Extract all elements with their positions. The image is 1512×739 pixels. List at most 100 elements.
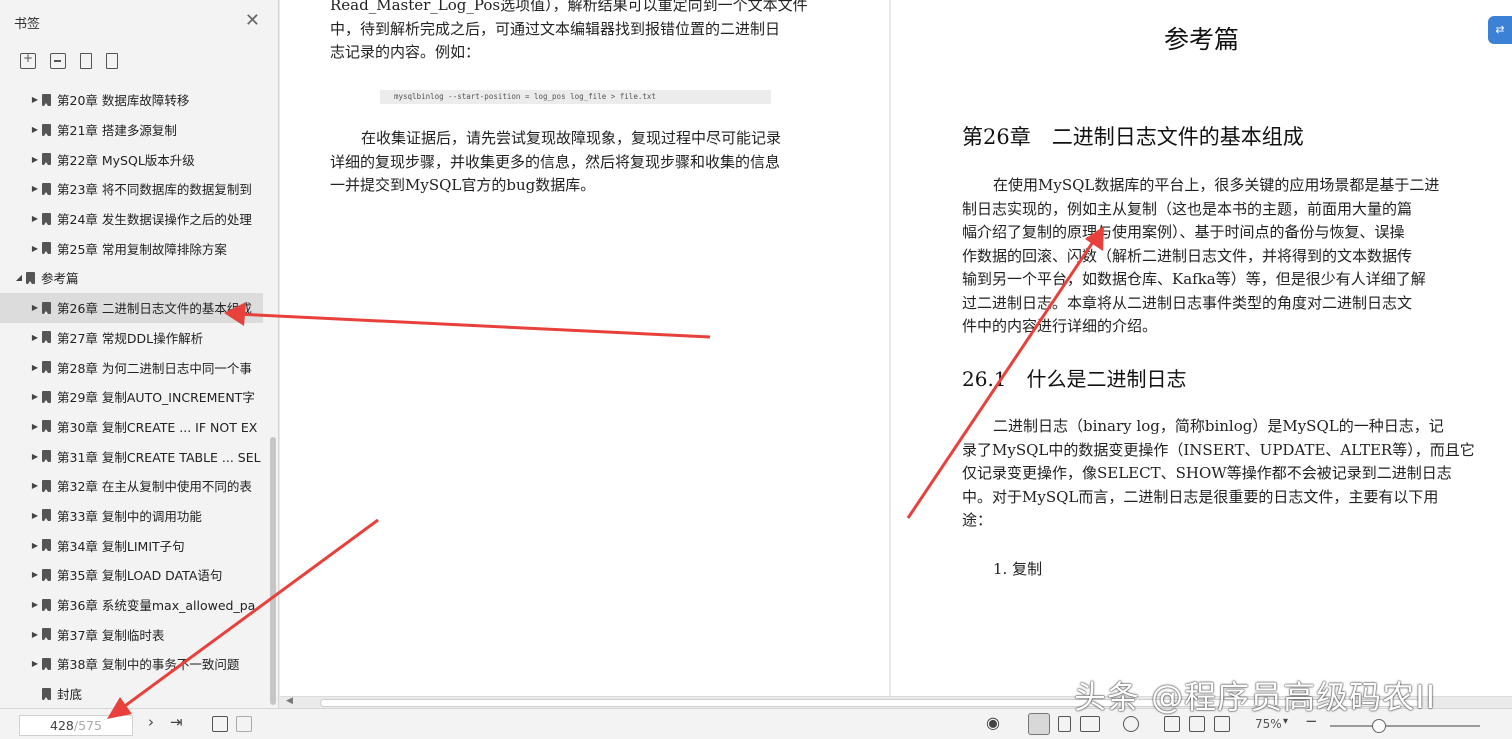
continuous-view-icon[interactable] xyxy=(1058,716,1071,732)
left-page: Read_Master_Log_Pos选项值），解析结果可以重定向到一个文本文件… xyxy=(280,0,889,696)
bookmark-icon xyxy=(42,212,51,225)
sidebar-item-label: 第27章 常规DDL操作解析 xyxy=(57,330,204,346)
bookmark-icon xyxy=(42,153,51,166)
text-line: 录了MySQL中的数据变更操作（INSERT、UPDATE、ALTER等），而且… xyxy=(962,440,1475,459)
play-icon[interactable] xyxy=(1123,716,1139,732)
bookmark-icon xyxy=(42,361,51,374)
sidebar-item-label: 第37章 复制临时表 xyxy=(57,627,165,643)
pdf-reader-app: 书签 ✕ ▶ 第20章 数据库故障转移 ▶ 第21章 搭建多源复制 ▶ 第22章 MySQ… xyxy=(0,0,1512,739)
sidebar-item-label: 第26章 二进制日志文件的基本组成 xyxy=(57,301,252,317)
caret-right-icon[interactable]: ▶ xyxy=(30,630,40,639)
last-page-icon[interactable]: ⇥ xyxy=(170,713,183,731)
back-icon[interactable] xyxy=(212,716,228,732)
total-pages: /575 xyxy=(73,718,102,733)
caret-right-icon[interactable]: ▶ xyxy=(30,244,40,253)
sidebar-item[interactable]: ▶ 第27章 常规DDL操作解析 xyxy=(0,323,268,353)
sidebar-item[interactable]: ▶ 第21章 搭建多源复制 xyxy=(0,115,268,145)
bookmark-icon xyxy=(42,123,51,136)
sidebar-item-label: 第28章 为何二进制日志中同一个事 xyxy=(57,360,252,376)
sidebar-scrollbar-thumb[interactable] xyxy=(270,437,276,705)
caret-right-icon[interactable]: ▶ xyxy=(30,541,40,550)
code-block: mysqlbinlog --start-position = log_pos l… xyxy=(380,90,771,104)
caret-right-icon[interactable]: ▶ xyxy=(30,659,40,668)
caret-right-icon[interactable]: ▶ xyxy=(30,125,40,134)
caret-right-icon[interactable]: ▶ xyxy=(30,184,40,193)
close-icon[interactable]: ✕ xyxy=(245,12,260,30)
caret-right-icon[interactable]: ▶ xyxy=(30,600,40,609)
fit-page-icon[interactable] xyxy=(1189,716,1205,732)
sidebar-scrollbar[interactable] xyxy=(268,0,278,708)
sidebar-item[interactable]: ▶ 第38章 复制中的事务不一致问题 xyxy=(0,649,268,679)
bookmark-icon xyxy=(42,657,51,670)
caret-right-icon[interactable]: ▶ xyxy=(30,155,40,164)
rotate-icon[interactable] xyxy=(1214,716,1230,732)
text-line: 中。对于MySQL而言，二进制日志是很重要的日志文件，主要有以下用 xyxy=(962,487,1439,506)
caret-right-icon[interactable]: ▶ xyxy=(30,303,40,312)
caret-down-icon[interactable]: ◢ xyxy=(14,273,24,282)
zoom-slider[interactable] xyxy=(1330,725,1480,727)
caret-right-icon[interactable]: ▶ xyxy=(30,333,40,342)
forward-icon[interactable] xyxy=(236,716,252,732)
bookmark-icon xyxy=(42,331,51,344)
sidebar-item-label: 第30章 复制CREATE ... IF NOT EX xyxy=(57,419,258,435)
caret-right-icon[interactable]: ▶ xyxy=(30,363,40,372)
text-line: 详细的复现步骤，并收集更多的信息，然后将复现步骤和收集的信息 xyxy=(330,152,781,171)
two-page-view-icon[interactable] xyxy=(1080,716,1100,732)
chapter-title: 第26章 二进制日志文件的基本组成 xyxy=(962,125,1304,149)
sidebar-item-label: 第36章 系统变量max_allowed_pa xyxy=(57,598,256,614)
sidebar-item[interactable]: ▶ 第34章 复制LIMIT子句 xyxy=(0,530,268,560)
caret-right-icon[interactable]: ▶ xyxy=(30,511,40,520)
sidebar-item[interactable]: ▶ 第33章 复制中的调用功能 xyxy=(0,501,268,531)
text-line: Read_Master_Log_Pos选项值），解析结果可以重定向到一个文本文件 xyxy=(330,0,808,14)
caret-right-icon[interactable]: ▶ xyxy=(30,570,40,579)
caret-right-icon[interactable]: ▶ xyxy=(30,452,40,461)
text-line: 制日志实现的，例如主从复制（这也是本书的主题，前面用大量的篇 xyxy=(962,199,1413,218)
sidebar-toolbar xyxy=(0,44,278,78)
text-line: 幅介绍了复制的原理与使用案例）、基于时间点的备份与恢复、误操 xyxy=(962,223,1405,241)
caret-right-icon[interactable]: ▶ xyxy=(30,214,40,223)
add-bookmark-icon[interactable] xyxy=(80,53,92,69)
text-line: 过二进制日志。本章将从二进制日志事件类型的角度对二进制日志文 xyxy=(962,293,1413,312)
sidebar-item[interactable]: ▶ 第31章 复制CREATE TABLE ... SEL xyxy=(0,441,268,471)
zoom-level[interactable]: 75% xyxy=(1255,717,1282,731)
document-view: Read_Master_Log_Pos选项值），解析结果可以重定向到一个文本文件… xyxy=(280,0,1512,708)
caret-right-icon[interactable]: ▶ xyxy=(30,422,40,431)
fit-width-icon[interactable] xyxy=(1164,716,1180,732)
sidebar-item[interactable]: ▶ 第26章 二进制日志文件的基本组成 xyxy=(0,292,263,323)
next-page-icon[interactable]: › xyxy=(148,713,154,731)
single-page-view-icon[interactable] xyxy=(1028,713,1050,735)
zoom-slider-knob[interactable] xyxy=(1372,719,1386,733)
sidebar-item[interactable]: ▶ 第22章 MySQL版本升级 xyxy=(0,144,268,174)
bookmark-icon[interactable] xyxy=(106,53,118,69)
text-line: 中，待到解析完成之后，可通过文本编辑器找到报错位置的二进制日 xyxy=(330,19,781,38)
caret-right-icon[interactable]: ▶ xyxy=(30,392,40,401)
sidebar-item[interactable]: ▶ 第25章 常用复制故障排除方案 xyxy=(0,233,268,263)
sidebar-item[interactable]: ▶ 第30章 复制CREATE ... IF NOT EX xyxy=(0,412,268,442)
sidebar-item[interactable]: ▶ 第20章 数据库故障转移 xyxy=(0,85,268,115)
sidebar-item[interactable]: ◢ 参考篇 xyxy=(0,263,268,293)
text-line: 作数据的回滚、闪数（解析二进制日志文件，并将得到的文本数据传 xyxy=(962,246,1413,265)
expand-all-icon[interactable] xyxy=(20,51,36,69)
caret-right-icon[interactable]: ▶ xyxy=(30,95,40,104)
left-para-2: 在收集证据后，请先尝试复现故障现象，复现过程中尽可能记录 详细的复现步骤，并收集更… xyxy=(330,127,781,198)
sidebar-item[interactable]: ▶ 第37章 复制临时表 xyxy=(0,619,268,649)
sidebar-item[interactable]: ▶ 第29章 复制AUTO_INCREMENT字 xyxy=(0,382,268,412)
page-number-input[interactable]: 428/575 xyxy=(19,715,133,736)
sidebar-item[interactable]: 封底 xyxy=(0,679,268,709)
collapse-all-icon[interactable] xyxy=(50,53,66,69)
text-line: 一并提交到MySQL官方的bug数据库。 xyxy=(330,176,596,194)
text-line: 志记录的内容。例如： xyxy=(330,43,481,61)
eye-icon[interactable]: ◉ xyxy=(986,713,1000,732)
sidebar-item[interactable]: ▶ 第28章 为何二进制日志中同一个事 xyxy=(0,352,268,382)
sidebar-item[interactable]: ▶ 第32章 在主从复制中使用不同的表 xyxy=(0,471,268,501)
translate-icon[interactable]: ⇄ xyxy=(1488,16,1512,44)
sidebar-item[interactable]: ▶ 第23章 将不同数据库的数据复制到 xyxy=(0,174,268,204)
caret-right-icon[interactable]: ▶ xyxy=(30,481,40,490)
scroll-left-icon[interactable]: ◀ xyxy=(286,696,293,706)
sidebar-item[interactable]: ▶ 第24章 发生数据误操作之后的处理 xyxy=(0,204,268,234)
part-title: 参考篇 xyxy=(1163,25,1239,54)
sidebar-item[interactable]: ▶ 第36章 系统变量max_allowed_pa xyxy=(0,590,268,620)
sidebar-item[interactable]: ▶ 第35章 复制LOAD DATA语句 xyxy=(0,560,268,590)
sidebar-item-label: 第31章 复制CREATE TABLE ... SEL xyxy=(57,449,261,465)
current-page: 428 xyxy=(50,718,74,733)
